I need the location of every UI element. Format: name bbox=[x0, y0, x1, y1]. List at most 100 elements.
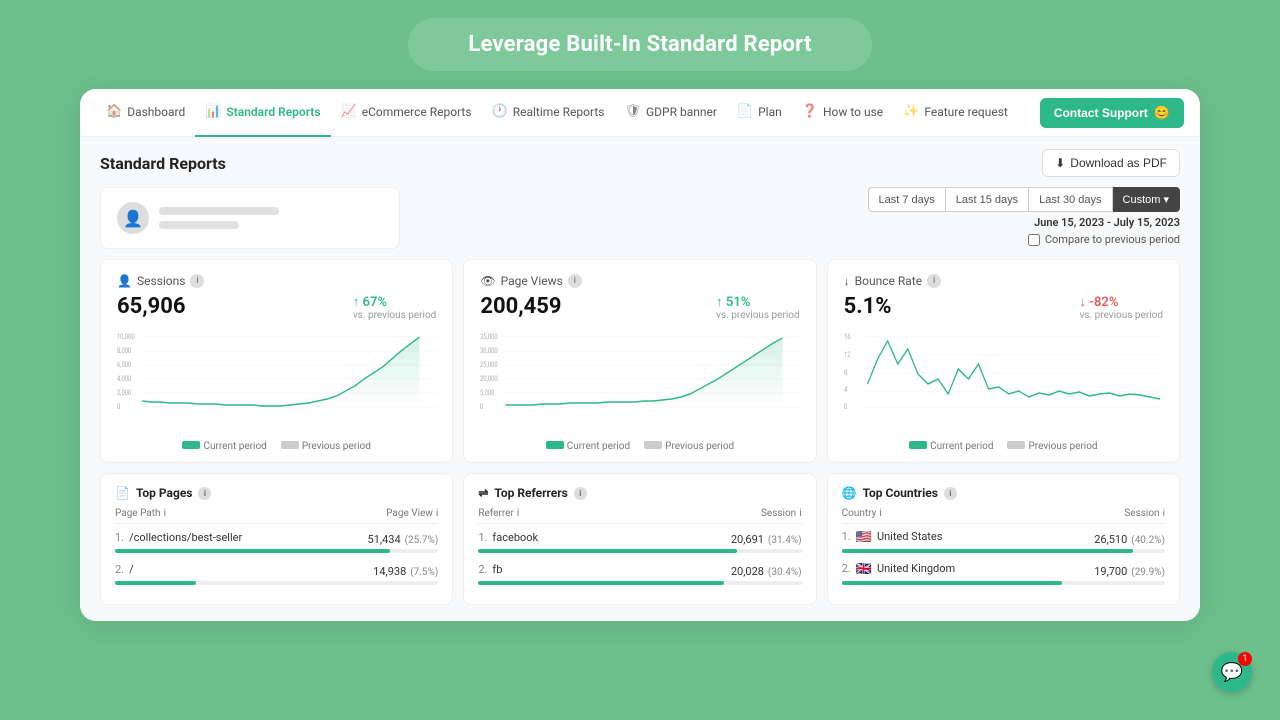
svg-text:10,000: 10,000 bbox=[117, 333, 135, 342]
top-pages-headers: Page Path i Page View i bbox=[115, 508, 438, 524]
last-30-days-button[interactable]: Last 30 days bbox=[1029, 187, 1112, 212]
svg-text:0: 0 bbox=[480, 403, 484, 412]
nav-standard-reports[interactable]: 📊 Standard Reports bbox=[195, 89, 330, 137]
previous-period-dot bbox=[281, 441, 299, 449]
svg-text:8,000: 8,000 bbox=[117, 347, 132, 356]
top-pages-row-1: 1. /collections/best-seller 51,434 (25.7… bbox=[115, 528, 438, 553]
date-filter-group: Last 7 days Last 15 days Last 30 days Cu… bbox=[868, 187, 1181, 246]
main-card: 🏠 Dashboard 📊 Standard Reports 📈 eCommer… bbox=[80, 89, 1200, 621]
nav-realtime-reports[interactable]: 🕐 Realtime Reports bbox=[482, 89, 615, 137]
top-countries-headers: Country i Session i bbox=[842, 508, 1165, 524]
bounce-rate-legend: Current period Previous period bbox=[844, 441, 1163, 452]
top-pages-info-icon: i bbox=[198, 487, 211, 500]
bounce-rate-label: Bounce Rate bbox=[855, 274, 922, 288]
referrer-bar-2 bbox=[478, 581, 724, 585]
nav-feature-request[interactable]: ✨ Feature request bbox=[893, 89, 1018, 137]
country-bar-2 bbox=[842, 581, 1062, 585]
feature-icon: ✨ bbox=[903, 104, 919, 119]
top-countries-card: 🌐 Top Countries i Country i Session i bbox=[827, 473, 1180, 605]
profile-lines bbox=[159, 207, 279, 229]
referrer-bar-1 bbox=[478, 549, 737, 553]
svg-text:16: 16 bbox=[844, 333, 851, 342]
nav-ecommerce-reports[interactable]: 📈 eCommerce Reports bbox=[331, 89, 482, 137]
dashboard-icon: 🏠 bbox=[106, 104, 122, 119]
us-flag: 🇺🇸 bbox=[856, 530, 872, 545]
previous-period-label: Previous period bbox=[302, 441, 371, 452]
country-session-info: i bbox=[1163, 508, 1165, 519]
svg-text:20,000: 20,000 bbox=[480, 375, 498, 384]
content-header: Standard Reports ⬇ Download as PDF bbox=[100, 149, 1180, 177]
date-range: June 15, 2023 - July 15, 2023 bbox=[1034, 216, 1180, 229]
sessions-card: 👤 Sessions i 65,906 ↑ 67% vs. previous p… bbox=[100, 259, 453, 463]
nav-gdpr-banner[interactable]: 🛡 GDPR banner bbox=[614, 89, 726, 137]
top-referrers-row-1: 1. facebook 20,691 (31.4%) bbox=[478, 528, 801, 553]
current-period-label: Current period bbox=[203, 441, 266, 452]
compare-period-row: Compare to previous period bbox=[1028, 233, 1180, 246]
svg-text:35,000: 35,000 bbox=[480, 333, 498, 342]
svg-text:30,000: 30,000 bbox=[480, 347, 498, 356]
ecommerce-icon: 📈 bbox=[341, 104, 357, 119]
page-views-card: 👁 Page Views i 200,459 ↑ 51% vs. previou… bbox=[463, 259, 816, 463]
page-views-legend: Current period Previous period bbox=[480, 441, 799, 452]
profile-line-1 bbox=[159, 207, 279, 215]
sessions-label: Sessions bbox=[137, 274, 185, 288]
svg-text:2,000: 2,000 bbox=[117, 389, 132, 398]
top-countries-row-2: 2. 🇬🇧 United Kingdom 19,700 (29.9%) bbox=[842, 560, 1165, 585]
svg-text:6,000: 6,000 bbox=[117, 361, 132, 370]
chat-button[interactable]: 💬 1 bbox=[1212, 652, 1252, 692]
nav-bar: 🏠 Dashboard 📊 Standard Reports 📈 eCommer… bbox=[80, 89, 1200, 137]
bounce-rate-value-row: 5.1% ↓ -82% vs. previous period bbox=[844, 294, 1163, 321]
help-icon: ❓ bbox=[802, 104, 818, 119]
page-views-change: ↑ 51% vs. previous period bbox=[716, 294, 800, 321]
custom-date-button[interactable]: Custom ▾ bbox=[1113, 187, 1180, 212]
page-views-chart: 35,000 30,000 25,000 20,000 5,000 0 bbox=[480, 329, 799, 439]
last-15-days-button[interactable]: Last 15 days bbox=[946, 187, 1029, 212]
top-referrers-icon: ⇌ bbox=[478, 486, 488, 500]
date-buttons: Last 7 days Last 15 days Last 30 days Cu… bbox=[868, 187, 1181, 212]
svg-text:8: 8 bbox=[844, 369, 848, 378]
bounce-rate-vs-prev: vs. previous period bbox=[1080, 310, 1164, 321]
page-views-value-row: 200,459 ↑ 51% vs. previous period bbox=[480, 294, 799, 321]
top-pages-title: 📄 Top Pages i bbox=[115, 486, 438, 500]
standard-reports-icon: 📊 bbox=[205, 104, 221, 119]
referrer-info: i bbox=[517, 508, 519, 519]
svg-text:12: 12 bbox=[844, 351, 851, 360]
bounce-rate-change-pct: ↓ -82% bbox=[1080, 294, 1164, 310]
nav-dashboard[interactable]: 🏠 Dashboard bbox=[96, 89, 195, 137]
sessions-change-pct: ↑ 67% bbox=[353, 294, 437, 310]
profile-card: 👤 bbox=[100, 187, 400, 249]
top-referrers-title: ⇌ Top Referrers i bbox=[478, 486, 801, 500]
sessions-value: 65,906 bbox=[117, 294, 186, 319]
nav-how-to-use[interactable]: ❓ How to use bbox=[792, 89, 893, 137]
top-pages-bar-1 bbox=[115, 549, 390, 553]
sessions-change: ↑ 67% vs. previous period bbox=[353, 294, 437, 321]
svg-text:4,000: 4,000 bbox=[117, 375, 132, 384]
page-path-info: i bbox=[164, 508, 166, 519]
plan-icon: 📄 bbox=[737, 104, 753, 119]
page-banner: Leverage Built-In Standard Report bbox=[408, 18, 871, 71]
svg-text:4: 4 bbox=[844, 386, 848, 395]
svg-text:0: 0 bbox=[844, 403, 848, 412]
page-views-icon: 👁 bbox=[480, 274, 495, 288]
realtime-icon: 🕐 bbox=[492, 104, 508, 119]
contact-support-button[interactable]: Contact Support 😊 bbox=[1040, 98, 1184, 128]
page-title: Standard Reports bbox=[100, 154, 226, 173]
page-views-info-icon: i bbox=[568, 274, 582, 288]
last-7-days-button[interactable]: Last 7 days bbox=[868, 187, 946, 212]
compare-period-checkbox[interactable] bbox=[1028, 234, 1040, 246]
metrics-grid: 👤 Sessions i 65,906 ↑ 67% vs. previous p… bbox=[100, 259, 1180, 463]
top-referrers-headers: Referrer i Session i bbox=[478, 508, 801, 524]
chat-badge: 1 bbox=[1238, 652, 1252, 666]
bounce-rate-icon: ↓ bbox=[844, 274, 850, 288]
page-views-vs-prev: vs. previous period bbox=[716, 310, 800, 321]
nav-plan[interactable]: 📄 Plan bbox=[727, 89, 792, 137]
bounce-rate-change: ↓ -82% vs. previous period bbox=[1080, 294, 1164, 321]
top-countries-icon: 🌐 bbox=[842, 486, 857, 500]
bounce-rate-header: ↓ Bounce Rate i bbox=[844, 274, 1163, 288]
top-referrers-row-2: 2. fb 20,028 (30.4%) bbox=[478, 560, 801, 585]
sessions-header: 👤 Sessions i bbox=[117, 274, 436, 288]
svg-text:25,000: 25,000 bbox=[480, 361, 498, 370]
download-pdf-button[interactable]: ⬇ Download as PDF bbox=[1042, 149, 1180, 177]
page-views-header: 👁 Page Views i bbox=[480, 274, 799, 288]
bounce-rate-chart: 16 12 8 4 0 bbox=[844, 329, 1163, 439]
